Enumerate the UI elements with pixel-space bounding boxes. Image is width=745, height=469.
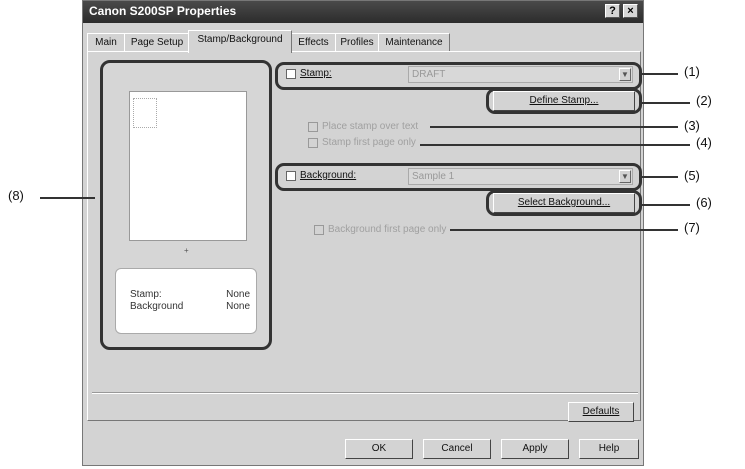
help-dialog-button[interactable]: Help [579,439,639,459]
define-stamp-button[interactable]: Define Stamp... [493,91,635,111]
window-title: Canon S200SP Properties [89,4,237,18]
callout-3-label: (3) [684,118,700,133]
stamp-select-value: DRAFT [412,69,446,80]
callout-5-label: (5) [684,168,700,183]
background-select[interactable]: Sample 1 ▼ [408,168,633,185]
callout-1-line [640,73,678,75]
background-checkbox-label: Background: [300,170,357,181]
cancel-button[interactable]: Cancel [423,439,491,459]
background-select-value: Sample 1 [412,171,455,182]
preview-background-label: Background [130,301,184,312]
select-background-button[interactable]: Select Background... [493,193,635,213]
stamp-checkbox[interactable] [286,69,296,79]
stamp-checkbox-label: Stamp: [300,68,332,79]
properties-dialog: Canon S200SP Properties ? × Main Page Se… [82,0,644,466]
preview-stamp-label: Stamp: [130,289,162,300]
tab-stamp-background[interactable]: Stamp/Background [188,30,292,53]
preview-stamp-value: None [226,289,250,300]
tab-panel: + Stamp: None Background None Stamp: DRA… [87,51,642,422]
callout-8-label: (8) [8,188,24,203]
help-button[interactable]: ? [605,4,620,18]
callout-4-line [420,144,690,146]
callout-7-line [450,229,678,231]
callout-6-label: (6) [696,195,712,210]
tab-profiles[interactable]: Profiles [335,33,379,52]
chevron-down-icon[interactable]: ▼ [619,68,631,81]
callout-2-label: (2) [696,93,712,108]
callout-6-line [640,204,690,206]
callout-4-label: (4) [696,135,712,150]
place-over-text-checkbox[interactable] [308,122,318,132]
tab-main[interactable]: Main [87,33,125,52]
ok-button[interactable]: OK [345,439,413,459]
background-checkbox[interactable] [286,171,296,181]
callout-5-line [640,176,678,178]
callout-7-label: (7) [684,220,700,235]
place-over-text-label: Place stamp over text [322,121,419,132]
stamp-select[interactable]: DRAFT ▼ [408,66,633,83]
apply-button[interactable]: Apply [501,439,569,459]
separator [92,392,638,394]
preview-background-value: None [226,301,250,312]
tab-page-setup[interactable]: Page Setup [124,33,190,52]
tab-effects[interactable]: Effects [291,33,336,52]
preview-info-box: Stamp: None Background None [115,268,257,334]
close-button[interactable]: × [623,4,638,18]
stamp-first-page-label: Stamp first page only [322,137,416,148]
callout-1-label: (1) [684,64,700,79]
callout-3-line [430,126,678,128]
stamp-preview-box [133,98,157,128]
tab-maintenance[interactable]: Maintenance [378,33,450,52]
callout-2-line [640,102,690,104]
background-first-page-checkbox[interactable] [314,225,324,235]
background-first-page-label: Background first page only [328,224,447,235]
preview-area: + Stamp: None Background None [100,60,272,350]
preview-marker: + [184,246,189,255]
defaults-button[interactable]: Defaults [568,402,634,422]
title-bar: Canon S200SP Properties ? × [83,1,643,23]
chevron-down-icon[interactable]: ▼ [619,170,631,183]
paper-preview [129,91,247,241]
stamp-first-page-checkbox[interactable] [308,138,318,148]
callout-8-line [40,197,95,199]
